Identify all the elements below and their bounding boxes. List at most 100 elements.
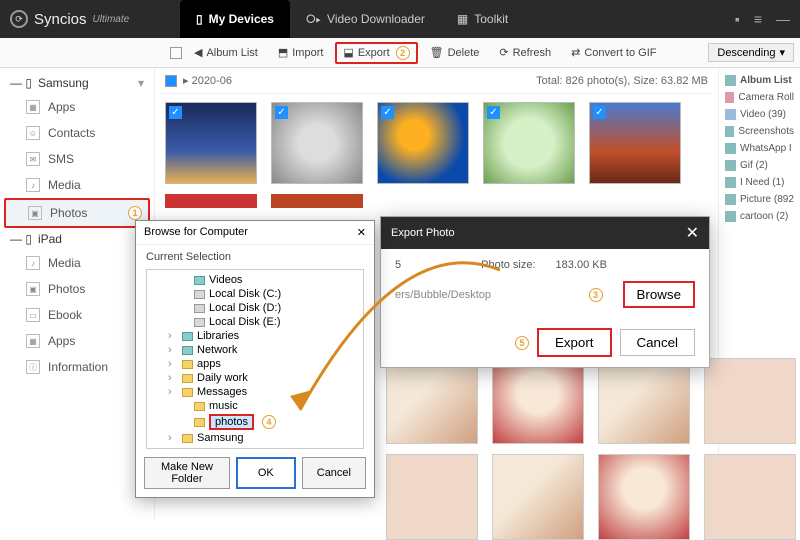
- folder-icon: [194, 418, 205, 427]
- sidebar-apps[interactable]: ▦Apps: [0, 94, 154, 120]
- trash-icon: 🗑: [430, 46, 444, 59]
- photo-thumb[interactable]: [386, 454, 478, 540]
- photo-thumb[interactable]: ✓: [377, 102, 469, 184]
- folder-icon: [182, 434, 193, 443]
- tree-item[interactable]: Local Disk (E:): [150, 315, 360, 329]
- album-item[interactable]: Video (39): [723, 106, 796, 123]
- device-ipad[interactable]: — ▯ iPad▾: [0, 228, 154, 250]
- browse-button[interactable]: Browse: [623, 281, 695, 308]
- export-confirm-button[interactable]: Export: [537, 328, 612, 357]
- tab-video-downloader[interactable]: ⭘▸ Video Downloader: [290, 0, 441, 38]
- album-item[interactable]: Screenshots: [723, 123, 796, 140]
- album-item[interactable]: WhatsApp I: [723, 140, 796, 157]
- convert-gif-button[interactable]: ⇄Convert to GIF: [563, 43, 664, 62]
- sidebar-ipad-media[interactable]: ♪Media: [0, 250, 154, 276]
- photo-thumb[interactable]: [386, 358, 478, 444]
- tree-item[interactable]: Local Disk (D:): [150, 301, 360, 315]
- folder-checkbox[interactable]: [165, 75, 177, 87]
- folder-tree[interactable]: VideosLocal Disk (C:)Local Disk (D:)Loca…: [146, 269, 364, 449]
- photo-thumb[interactable]: [492, 358, 584, 444]
- tab-label: Video Downloader: [327, 12, 425, 26]
- photos-icon: ▣: [28, 206, 42, 220]
- sort-dropdown[interactable]: Descending▾: [708, 43, 794, 62]
- photo-thumb[interactable]: ✓: [165, 102, 257, 184]
- video-icon: [725, 109, 736, 120]
- photo-thumb[interactable]: ✓: [589, 102, 681, 184]
- ok-button[interactable]: OK: [236, 457, 296, 489]
- tree-item[interactable]: ›Network: [150, 343, 360, 357]
- refresh-button[interactable]: ⟳Refresh: [491, 43, 559, 62]
- folder-name: 2020-06: [192, 75, 232, 87]
- tree-item[interactable]: ›Samsung: [150, 431, 360, 445]
- grid-icon: ▦: [457, 12, 468, 26]
- delete-button[interactable]: 🗑Delete: [422, 43, 488, 62]
- sidebar-photos[interactable]: ▣Photos1: [4, 198, 150, 228]
- album-item[interactable]: Picture (892: [723, 191, 796, 208]
- apps-icon: ▦: [26, 334, 40, 348]
- folder-icon: [194, 402, 205, 411]
- export-cancel-button[interactable]: Cancel: [620, 329, 696, 356]
- check-icon: ✓: [593, 106, 606, 119]
- make-new-folder-button[interactable]: Make New Folder: [144, 457, 230, 489]
- album-item[interactable]: Camera Roll: [723, 89, 796, 106]
- back-icon: ◀: [194, 46, 202, 59]
- tree-item[interactable]: Videos: [150, 273, 360, 287]
- photo-thumb[interactable]: ✓: [483, 102, 575, 184]
- photo-thumb[interactable]: [704, 358, 796, 444]
- tree-item[interactable]: ›Libraries: [150, 329, 360, 343]
- folder-icon: [182, 332, 193, 341]
- export-button[interactable]: ⬓Export2: [335, 42, 417, 64]
- sidebar-ipad-info[interactable]: ⓘInformation: [0, 354, 154, 380]
- photos-icon: ▣: [26, 282, 40, 296]
- photo-thumb[interactable]: [704, 454, 796, 540]
- sidebar-sms[interactable]: ✉SMS: [0, 146, 154, 172]
- camera-icon: [725, 92, 734, 103]
- tab-my-devices[interactable]: ▯ My Devices: [180, 0, 290, 38]
- dialog-title: Browse for Computer: [144, 226, 248, 239]
- chat-icon[interactable]: ▪: [735, 11, 740, 27]
- hint-badge-2: 2: [396, 46, 410, 60]
- folder-icon: [725, 126, 734, 137]
- photo-thumb[interactable]: [598, 454, 690, 540]
- tree-item[interactable]: photos4: [150, 413, 360, 431]
- device-samsung[interactable]: — ▯ Samsung▾: [0, 72, 154, 94]
- tab-toolkit[interactable]: ▦ Toolkit: [441, 0, 524, 38]
- album-item[interactable]: Gif (2): [723, 157, 796, 174]
- folder-icon: [725, 143, 736, 154]
- folder-icon: [182, 360, 193, 369]
- hint-badge-4: 4: [262, 415, 276, 429]
- select-all-checkbox[interactable]: [170, 47, 182, 59]
- photo-thumb-partial[interactable]: [165, 194, 257, 208]
- app-logo: ⟳ Syncios Ultimate: [10, 10, 180, 28]
- chevron-down-icon: ▾: [779, 46, 785, 59]
- sidebar-ipad-ebook[interactable]: ▭Ebook: [0, 302, 154, 328]
- album-list-button[interactable]: ◀Album List: [186, 43, 266, 62]
- tree-item[interactable]: ›Messages: [150, 385, 360, 399]
- close-icon[interactable]: ✕: [357, 226, 366, 239]
- album-item[interactable]: I Need (1): [723, 174, 796, 191]
- tree-item[interactable]: ›Daily work: [150, 371, 360, 385]
- sidebar-media[interactable]: ♪Media: [0, 172, 154, 198]
- album-item[interactable]: cartoon (2): [723, 208, 796, 225]
- media-icon: ♪: [26, 256, 40, 270]
- photo-thumb[interactable]: [492, 454, 584, 540]
- tree-item[interactable]: Local Disk (C:): [150, 287, 360, 301]
- import-button[interactable]: ⬒Import: [270, 43, 332, 62]
- menu-icon[interactable]: ≡: [754, 11, 762, 27]
- hint-badge-5: 5: [515, 336, 529, 350]
- check-icon: ✓: [169, 106, 182, 119]
- tree-item[interactable]: music: [150, 399, 360, 413]
- cancel-button[interactable]: Cancel: [302, 457, 366, 489]
- photo-thumb[interactable]: ✓: [271, 102, 363, 184]
- photo-thumb-partial[interactable]: [271, 194, 363, 208]
- export-path: ers/Bubble/Desktop: [395, 289, 569, 301]
- minimize-icon[interactable]: —: [776, 11, 790, 27]
- sidebar-ipad-photos[interactable]: ▣Photos: [0, 276, 154, 302]
- sidebar-contacts[interactable]: ☺Contacts: [0, 120, 154, 146]
- dialog-title: Export Photo: [391, 227, 455, 239]
- folder-icon: [194, 290, 205, 299]
- photo-thumb[interactable]: [598, 358, 690, 444]
- sidebar-ipad-apps[interactable]: ▦Apps: [0, 328, 154, 354]
- tree-item[interactable]: ›apps: [150, 357, 360, 371]
- close-icon[interactable]: ✕: [686, 223, 699, 243]
